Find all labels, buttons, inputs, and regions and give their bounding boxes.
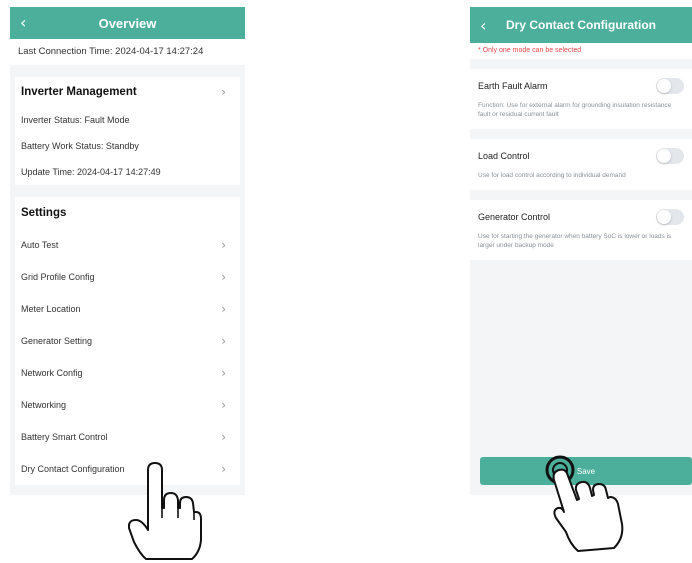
settings-item-label: Grid Profile Config xyxy=(21,272,95,282)
settings-item-label: Dry Contact Configuration xyxy=(21,464,125,474)
chevron-right-icon: › xyxy=(221,430,226,444)
inverter-management-header[interactable]: Inverter Management › xyxy=(15,77,240,107)
mode-load-control: Load Control Use for load control accord… xyxy=(470,139,692,190)
settings-item-grid-profile-config[interactable]: Grid Profile Config › xyxy=(15,261,240,293)
mode-description: Function: Use for external alarm for gro… xyxy=(478,102,672,118)
settings-item-label: Networking xyxy=(21,400,67,410)
settings-item-network-config[interactable]: Network Config › xyxy=(15,357,240,389)
page-title: Dry Contact Configuration xyxy=(506,18,656,32)
settings-item-label: Network Config xyxy=(21,368,83,378)
chevron-right-icon: › xyxy=(221,366,226,380)
settings-item-auto-test[interactable]: Auto Test › xyxy=(15,229,240,261)
settings-header: Settings xyxy=(15,197,240,229)
settings-item-label: Generator Setting xyxy=(21,336,93,346)
settings-item-meter-location[interactable]: Meter Location › xyxy=(15,293,240,325)
pointing-hand-icon xyxy=(128,462,202,560)
mode-generator-control: Generator Control Use for starting the g… xyxy=(470,200,692,260)
overview-header: ‹ Overview xyxy=(10,7,245,39)
battery-work-status: Battery Work Status: Standby xyxy=(21,141,139,151)
settings-item-label: Auto Test xyxy=(21,240,59,250)
dry-contact-screen: ‹ Dry Contact Configuration * Only one m… xyxy=(470,7,692,495)
inverter-status: Inverter Status: Fault Mode xyxy=(21,115,130,125)
page-title: Overview xyxy=(98,15,157,31)
settings-item-generator-setting[interactable]: Generator Setting › xyxy=(15,325,240,357)
chevron-left-icon[interactable]: ‹ xyxy=(480,16,486,35)
load-control-toggle[interactable] xyxy=(656,148,684,164)
settings-item-battery-smart-control[interactable]: Battery Smart Control › xyxy=(15,421,240,453)
chevron-left-icon[interactable]: ‹ xyxy=(20,13,26,32)
earth-fault-alarm-toggle[interactable] xyxy=(656,78,684,94)
chevron-right-icon: › xyxy=(221,85,226,99)
single-mode-warning: * Only one mode can be selected xyxy=(470,43,692,59)
update-time: Update Time: 2024-04-17 14:27:49 xyxy=(21,167,161,177)
mode-name: Generator Control xyxy=(478,212,551,222)
settings-item-networking[interactable]: Networking › xyxy=(15,389,240,421)
mode-name: Load Control xyxy=(478,151,530,161)
settings-card: Settings Auto Test › Grid Profile Config… xyxy=(15,197,240,485)
chevron-right-icon: › xyxy=(221,238,226,252)
last-connection-time: Last Connection Time: 2024-04-17 14:27:2… xyxy=(10,39,245,65)
overview-screen: ‹ Overview Last Connection Time: 2024-04… xyxy=(10,7,245,495)
chevron-right-icon: › xyxy=(221,462,226,476)
settings-item-label: Battery Smart Control xyxy=(21,432,108,442)
mode-earth-fault-alarm: Earth Fault Alarm Function: Use for exte… xyxy=(470,69,692,129)
tap-hand-icon xyxy=(545,455,624,552)
chevron-right-icon: › xyxy=(221,302,226,316)
inverter-management-heading: Inverter Management xyxy=(21,86,137,98)
mode-name: Earth Fault Alarm xyxy=(478,81,548,91)
chevron-right-icon: › xyxy=(221,334,226,348)
mode-description: Use for load control according to indivi… xyxy=(478,172,626,179)
chevron-right-icon: › xyxy=(221,398,226,412)
mode-description: Use for starting the generator when batt… xyxy=(478,233,672,249)
settings-item-label: Meter Location xyxy=(21,304,81,314)
dry-contact-header: ‹ Dry Contact Configuration xyxy=(470,7,692,43)
inverter-management-card: Inverter Management › Inverter Status: F… xyxy=(15,77,240,185)
chevron-right-icon: › xyxy=(221,270,226,284)
generator-control-toggle[interactable] xyxy=(656,209,684,225)
settings-heading: Settings xyxy=(21,207,67,219)
